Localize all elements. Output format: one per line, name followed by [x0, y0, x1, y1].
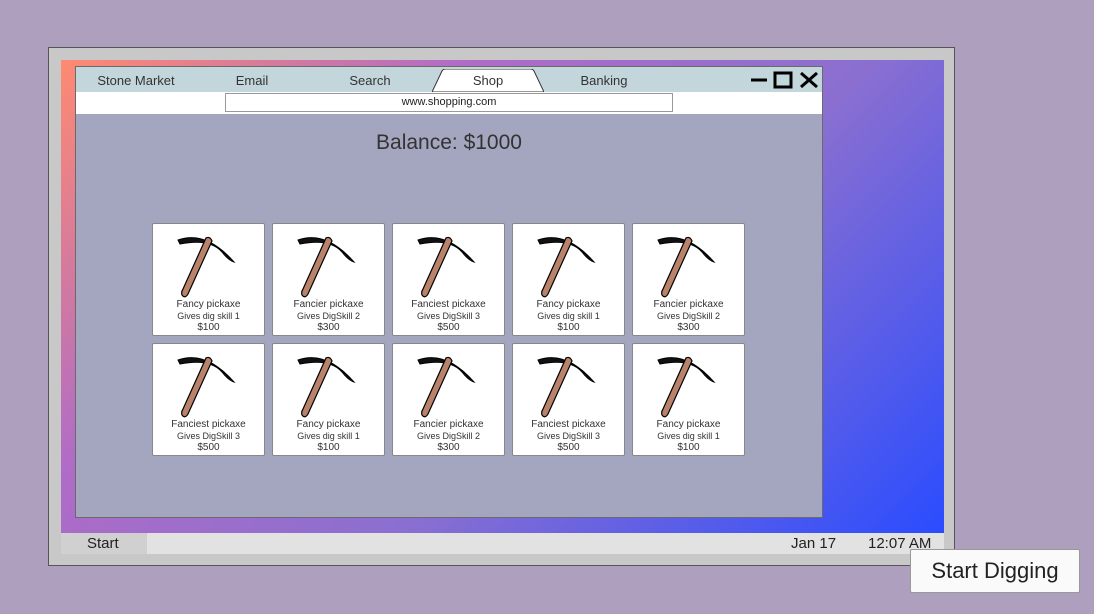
shop-item-card[interactable]: Fanciest pickaxe Gives DigSkill 3 $500 [392, 223, 505, 336]
item-description: Gives DigSkill 2 [416, 431, 481, 441]
item-name: Fancy pickaxe [536, 299, 601, 310]
start-digging-button[interactable]: Start Digging [910, 549, 1080, 593]
pickaxe-icon [657, 236, 716, 298]
shop-item-card[interactable]: Fancy pickaxe Gives dig skill 1 $100 [272, 343, 385, 456]
item-name: Fanciest pickaxe [171, 419, 246, 430]
pickaxe-icon [297, 236, 356, 298]
start-button[interactable]: Start [61, 533, 147, 554]
tab-bar: Stone Market Email Search Shop Banking [76, 67, 822, 92]
item-name: Fancy pickaxe [656, 419, 721, 430]
item-name: Fanciest pickaxe [411, 299, 486, 310]
pickaxe-icon [657, 356, 716, 418]
item-name: Fancy pickaxe [176, 299, 241, 310]
minimize-icon[interactable] [749, 71, 769, 89]
pickaxe-icon [177, 236, 236, 298]
tab-search[interactable]: Search [330, 67, 410, 92]
shop-item-card[interactable]: Fancy pickaxe Gives dig skill 1 $100 [632, 343, 745, 456]
item-name: Fancier pickaxe [293, 299, 364, 310]
item-name: Fancier pickaxe [653, 299, 724, 310]
item-description: Gives dig skill 1 [177, 311, 240, 321]
taskbar-date: Jan 17 [791, 535, 837, 552]
item-description: Gives dig skill 1 [537, 311, 600, 321]
close-icon[interactable] [798, 71, 820, 89]
item-price: $300 [317, 322, 340, 333]
shop-item-card[interactable]: Fanciest pickaxe Gives DigSkill 3 $500 [152, 343, 265, 456]
item-description: Gives dig skill 1 [657, 431, 720, 441]
pickaxe-icon [537, 356, 596, 418]
item-description: Gives dig skill 1 [297, 431, 360, 441]
pickaxe-icon [537, 236, 596, 298]
shop-item-card[interactable]: Fancy pickaxe Gives dig skill 1 $100 [152, 223, 265, 336]
item-price: $300 [437, 442, 460, 453]
item-description: Gives DigSkill 3 [176, 431, 241, 441]
pickaxe-icon [177, 356, 236, 418]
pickaxe-icon [297, 356, 356, 418]
item-name: Fanciest pickaxe [531, 419, 606, 430]
address-bar[interactable]: www.shopping.com [225, 93, 673, 112]
item-description: Gives DigSkill 3 [416, 311, 481, 321]
balance-label: Balance: $1000 [376, 131, 522, 154]
shop-item-card[interactable]: Fancier pickaxe Gives DigSkill 2 $300 [632, 223, 745, 336]
item-price: $300 [677, 322, 700, 333]
item-description: Gives DigSkill 2 [296, 311, 361, 321]
item-price: $500 [437, 322, 460, 333]
item-name: Fancy pickaxe [296, 419, 361, 430]
browser-window: Stone Market Email Search Shop Banking w… [75, 66, 823, 518]
pickaxe-icon [417, 356, 476, 418]
taskbar: Start Jan 17 12:07 AM [61, 533, 944, 554]
item-price: $100 [557, 322, 580, 333]
tab-banking[interactable]: Banking [564, 67, 644, 92]
tab-shop[interactable]: Shop [432, 67, 544, 92]
item-price: $500 [197, 442, 220, 453]
shop-item-card[interactable]: Fanciest pickaxe Gives DigSkill 3 $500 [512, 343, 625, 456]
maximize-icon[interactable] [772, 71, 794, 89]
item-price: $100 [197, 322, 220, 333]
tab-stone-market[interactable]: Stone Market [76, 67, 196, 92]
shop-item-card[interactable]: Fancier pickaxe Gives DigSkill 2 $300 [392, 343, 505, 456]
item-price: $100 [317, 442, 340, 453]
item-description: Gives DigSkill 2 [656, 311, 721, 321]
tab-email[interactable]: Email [212, 67, 292, 92]
shop-item-card[interactable]: Fancy pickaxe Gives dig skill 1 $100 [512, 223, 625, 336]
item-price: $100 [677, 442, 700, 453]
item-name: Fancier pickaxe [413, 419, 484, 430]
item-description: Gives DigSkill 3 [536, 431, 601, 441]
pickaxe-icon [417, 236, 476, 298]
address-row: www.shopping.com [76, 92, 822, 114]
item-price: $500 [557, 442, 580, 453]
shop-item-card[interactable]: Fancier pickaxe Gives DigSkill 2 $300 [272, 223, 385, 336]
